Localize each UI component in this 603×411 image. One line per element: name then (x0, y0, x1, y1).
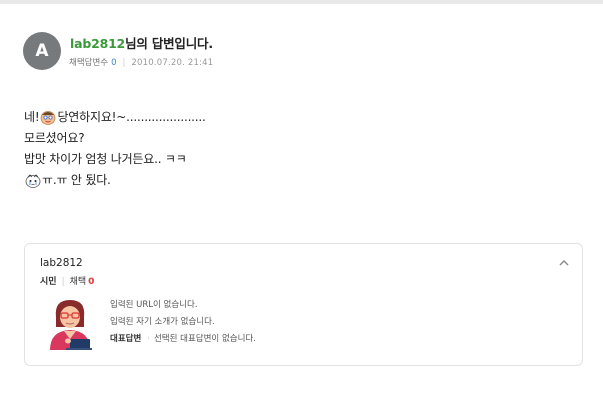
avatar-letter: A (35, 41, 49, 61)
adopt-label: 채택 (69, 277, 87, 287)
answer-meta: 채택답변수 0 | 2010.07.20. 21:41 (69, 56, 213, 68)
rank-label: 시민 (40, 277, 57, 287)
meta-separator: | (122, 58, 126, 68)
card-intro-line: 입력된 자기 소개가 없습니다. (110, 317, 215, 327)
adopt-count: 0 (88, 277, 95, 287)
answer-line-2: 모르셨어요? (24, 128, 564, 149)
chevron-up-icon[interactable] (558, 258, 570, 268)
card-rep-answer-line: 대표답변 · 선택된 대표답변이 없습니다. (110, 331, 256, 348)
card-username[interactable]: lab2812 (40, 257, 83, 269)
top-divider (0, 0, 603, 4)
card-url-line: 입력된 URL이 없습니다. (110, 300, 198, 310)
card-info-lines: 입력된 URL이 없습니다. 입력된 자기 소개가 없습니다. 대표답변 · 선택된… (110, 297, 256, 348)
answer-line-1-post: 당연하지요!~...................... (57, 110, 206, 124)
answer-title-suffix: 님의 답변입니다. (125, 36, 213, 51)
profile-card: lab2812 시민 | 채택 0 입력된 URL이 없습니다. 입력된 자기 … (24, 243, 583, 366)
rep-answer-text: 선택된 대표답변이 없습니다. (153, 334, 256, 344)
answer-line-3: 밥맛 차이가 엄청 나거든요.. ㅋㅋ (24, 149, 564, 170)
answer-line-1: 네! 당연하지요!~...................... (24, 107, 564, 128)
answer-line-1-pre: 네! (24, 110, 40, 124)
answer-username-link[interactable]: lab2812 (70, 36, 125, 51)
crying-face-icon (25, 174, 41, 188)
answer-date: 2010.07.20. 21:41 (131, 58, 214, 68)
rep-answer-bullet: · (147, 334, 150, 344)
adopted-answers-count: 0 (111, 58, 117, 68)
rep-answer-label: 대표답변 (110, 334, 142, 344)
answer-line-2-text: 모르셨어요? (24, 131, 85, 145)
smiling-face-icon (41, 111, 56, 125)
stats-separator: | (61, 277, 65, 287)
answer-body: 네! 당연하지요!~...................... 모르셨어요? … (24, 107, 564, 191)
answer-header: A lab2812님의 답변입니다. 채택답변수 0 | 2010.07.20. 21… (23, 32, 583, 72)
answer-page: A lab2812님의 답변입니다. 채택답변수 0 | 2010.07.20. 21… (0, 0, 603, 411)
avatar[interactable]: A (23, 32, 61, 70)
answer-line-3-text: 밥맛 차이가 엄청 나거든요.. ㅋㅋ (24, 152, 187, 166)
profile-illustration (50, 300, 92, 350)
answer-title: lab2812님의 답변입니다. (70, 33, 213, 52)
adopted-answers-label: 채택답변수 (69, 58, 109, 68)
answer-line-4-text: ㅠ.ㅠ 안 됬다. (42, 173, 111, 187)
answer-line-4: ㅠ.ㅠ 안 됬다. (24, 170, 564, 191)
card-stats: 시민 | 채택 0 (40, 274, 94, 287)
